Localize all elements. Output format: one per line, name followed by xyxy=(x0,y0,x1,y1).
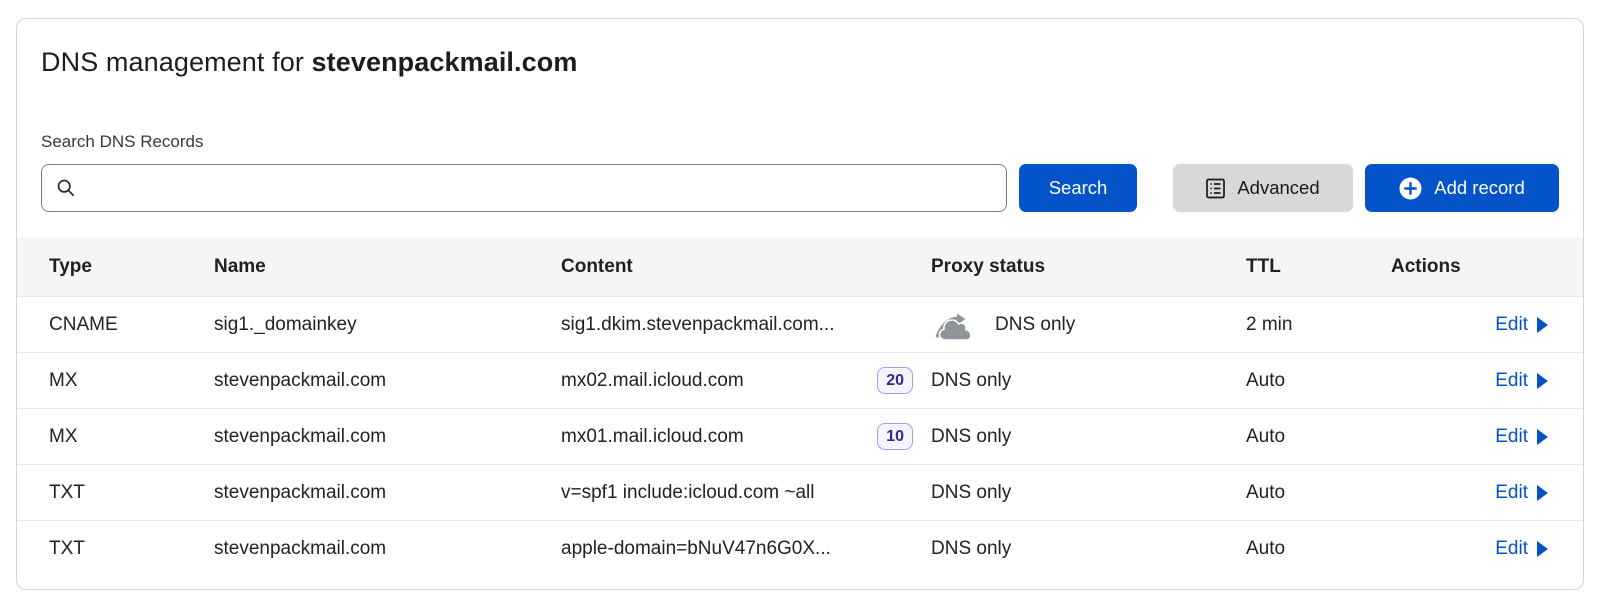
record-content: v=spf1 include:icloud.com ~all xyxy=(561,482,931,504)
advanced-button-label: Advanced xyxy=(1237,177,1319,199)
edit-button-label: Edit xyxy=(1495,482,1528,504)
proxy-status-cell: DNS only xyxy=(931,538,1246,560)
search-input-container[interactable] xyxy=(41,164,1007,212)
edit-button[interactable]: Edit xyxy=(1495,370,1548,392)
proxy-status-label: DNS only xyxy=(995,314,1075,336)
record-name: stevenpackmail.com xyxy=(214,426,561,448)
advanced-button[interactable]: Advanced xyxy=(1173,164,1353,212)
proxy-status-label: DNS only xyxy=(931,482,1011,504)
proxy-status-cell: DNS only xyxy=(931,482,1246,504)
proxy-status-cell: DNS only xyxy=(931,426,1246,448)
table-row: CNAME sig1._domainkey sig1.dkim.stevenpa… xyxy=(17,296,1583,352)
record-content-text: v=spf1 include:icloud.com ~all xyxy=(561,482,814,504)
record-actions: Edit xyxy=(1391,314,1548,336)
edit-button[interactable]: Edit xyxy=(1495,314,1548,336)
table-row: MX stevenpackmail.com mx02.mail.icloud.c… xyxy=(17,352,1583,408)
edit-button-label: Edit xyxy=(1495,426,1528,448)
search-icon xyxy=(56,178,76,198)
record-actions: Edit xyxy=(1391,426,1548,448)
header-content: Content xyxy=(561,256,931,278)
record-content-text: mx02.mail.icloud.com xyxy=(561,370,744,392)
record-content: mx01.mail.icloud.com 10 xyxy=(561,423,931,450)
search-input[interactable] xyxy=(86,178,992,199)
record-ttl: 2 min xyxy=(1246,314,1391,336)
edit-button[interactable]: Edit xyxy=(1495,426,1548,448)
plus-circle-icon xyxy=(1399,177,1422,200)
page-title: DNS management for stevenpackmail.com xyxy=(41,47,1559,78)
caret-right-icon xyxy=(1537,317,1548,333)
record-name: stevenpackmail.com xyxy=(214,538,561,560)
caret-right-icon xyxy=(1537,373,1548,389)
record-name: sig1._domainkey xyxy=(214,314,561,336)
search-row: Search Advanced Add record xyxy=(41,164,1559,212)
record-actions: Edit xyxy=(1391,370,1548,392)
list-document-icon xyxy=(1206,178,1225,199)
record-content-text: sig1.dkim.stevenpackmail.com... xyxy=(561,314,835,336)
table-header-row: Type Name Content Proxy status TTL Actio… xyxy=(17,238,1583,296)
edit-button-label: Edit xyxy=(1495,538,1528,560)
record-type: MX xyxy=(49,426,214,448)
page-title-prefix: DNS management for xyxy=(41,47,312,77)
add-record-button[interactable]: Add record xyxy=(1365,164,1559,212)
record-actions: Edit xyxy=(1391,538,1548,560)
header-type: Type xyxy=(49,256,214,278)
table-row: TXT stevenpackmail.com v=spf1 include:ic… xyxy=(17,464,1583,520)
record-content: apple-domain=bNuV47n6G0X... xyxy=(561,538,931,560)
search-button[interactable]: Search xyxy=(1019,164,1137,212)
table-body: CNAME sig1._domainkey sig1.dkim.stevenpa… xyxy=(17,296,1583,576)
caret-right-icon xyxy=(1537,429,1548,445)
add-record-button-label: Add record xyxy=(1434,177,1525,199)
proxy-status-label: DNS only xyxy=(931,538,1011,560)
edit-button[interactable]: Edit xyxy=(1495,538,1548,560)
caret-right-icon xyxy=(1537,541,1548,557)
record-ttl: Auto xyxy=(1246,426,1391,448)
table-row: TXT stevenpackmail.com apple-domain=bNuV… xyxy=(17,520,1583,576)
edit-button-label: Edit xyxy=(1495,370,1528,392)
record-content-text: mx01.mail.icloud.com xyxy=(561,426,744,448)
table-row: MX stevenpackmail.com mx01.mail.icloud.c… xyxy=(17,408,1583,464)
header-actions: Actions xyxy=(1391,256,1548,278)
dns-records-table: Type Name Content Proxy status TTL Actio… xyxy=(17,238,1583,576)
caret-right-icon xyxy=(1537,485,1548,501)
record-type: MX xyxy=(49,370,214,392)
record-actions: Edit xyxy=(1391,482,1548,504)
edit-button[interactable]: Edit xyxy=(1495,482,1548,504)
header-ttl: TTL xyxy=(1246,256,1391,278)
mx-priority-badge: 20 xyxy=(877,367,913,394)
cloud-arrow-icon xyxy=(931,308,979,342)
edit-button-label: Edit xyxy=(1495,314,1528,336)
record-name: stevenpackmail.com xyxy=(214,370,561,392)
record-type: TXT xyxy=(49,482,214,504)
record-content-text: apple-domain=bNuV47n6G0X... xyxy=(561,538,831,560)
page-title-domain: stevenpackmail.com xyxy=(312,47,578,77)
record-type: CNAME xyxy=(49,314,214,336)
record-ttl: Auto xyxy=(1246,538,1391,560)
record-name: stevenpackmail.com xyxy=(214,482,561,504)
record-content: sig1.dkim.stevenpackmail.com... xyxy=(561,314,931,336)
proxy-status-label: DNS only xyxy=(931,370,1011,392)
proxy-status-label: DNS only xyxy=(931,426,1011,448)
search-label: Search DNS Records xyxy=(41,132,1559,152)
header-proxy-status: Proxy status xyxy=(931,256,1246,278)
header-name: Name xyxy=(214,256,561,278)
proxy-status-cell: DNS only xyxy=(931,308,1246,342)
proxy-status-cell: DNS only xyxy=(931,370,1246,392)
record-type: TXT xyxy=(49,538,214,560)
mx-priority-badge: 10 xyxy=(877,423,913,450)
record-ttl: Auto xyxy=(1246,370,1391,392)
record-content: mx02.mail.icloud.com 20 xyxy=(561,367,931,394)
dns-management-card: DNS management for stevenpackmail.com Se… xyxy=(16,18,1584,590)
record-ttl: Auto xyxy=(1246,482,1391,504)
